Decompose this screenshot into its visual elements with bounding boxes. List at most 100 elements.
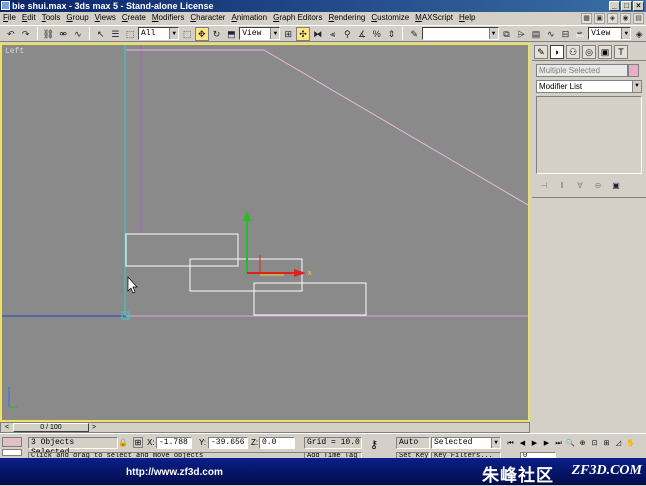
layer-manager-icon[interactable]: ▤ — [529, 27, 543, 41]
select-and-link-icon[interactable]: ⛓ — [42, 27, 56, 41]
select-and-rotate-icon[interactable]: ↻ — [210, 27, 224, 41]
select-and-scale-icon[interactable]: ⬒ — [224, 27, 238, 41]
mirror-icon[interactable]: ⧓ — [311, 27, 325, 41]
named-selection-dropdown[interactable]: ▼ — [422, 27, 499, 40]
dropdown-arrow-icon: ▼ — [621, 28, 631, 39]
minimize-button[interactable]: _ — [609, 1, 620, 11]
reference-coord-dropdown[interactable]: View ▼ — [239, 27, 281, 40]
object-name-field[interactable]: Multiple Selected — [536, 64, 639, 77]
select-object-icon[interactable]: ↖ — [94, 27, 108, 41]
selection-filter-dropdown[interactable]: All ▼ — [138, 27, 180, 40]
named-selection-icon[interactable]: ✎ — [407, 27, 421, 41]
menu-character[interactable]: Character — [190, 13, 225, 23]
render-scene-icon[interactable]: ◈ — [607, 12, 618, 24]
pin-stack-icon[interactable]: ⊣ — [538, 180, 550, 191]
zoom-extents-all-icon[interactable]: ⊞ — [601, 438, 612, 449]
snap-toggle-icon[interactable]: ⚲ — [340, 27, 354, 41]
menu-create[interactable]: Create — [122, 13, 146, 23]
align-selected-icon[interactable]: ⩥ — [514, 27, 528, 41]
x-coord-field[interactable]: -1.788 — [156, 437, 192, 449]
dropdown-arrow-icon: ▼ — [169, 28, 179, 39]
select-and-move-icon[interactable]: ✥ — [194, 26, 209, 41]
menu-animation[interactable]: Animation — [231, 13, 267, 23]
quick-render-teapot-icon[interactable]: ◈ — [632, 27, 646, 41]
select-by-name-icon[interactable]: ☰ — [109, 27, 123, 41]
time-slider-thumb[interactable]: 0 / 100 — [13, 423, 89, 432]
utilities-tab-icon[interactable]: T — [614, 45, 628, 59]
hierarchy-tab-icon[interactable]: ⚇ — [566, 45, 580, 59]
go-to-start-icon[interactable]: ⏮ — [505, 438, 516, 449]
window-crossing-icon[interactable]: ⬚ — [180, 27, 194, 41]
auto-key-button[interactable]: Auto Key — [396, 437, 430, 449]
menu-maxscript[interactable]: MAXScript — [415, 13, 453, 23]
menu-modifiers[interactable]: Modifiers — [152, 13, 184, 23]
footer-url[interactable]: http://www.zf3d.com — [126, 467, 223, 478]
align-icon[interactable]: ⫷ — [326, 27, 340, 41]
menu-rendering[interactable]: Rendering — [328, 13, 365, 23]
maxscript-mini-listener[interactable] — [2, 449, 22, 456]
display-tab-icon[interactable]: ▣ — [598, 45, 612, 59]
bind-space-warp-icon[interactable]: ∿ — [71, 27, 85, 41]
render-type-icon[interactable]: ▤ — [633, 12, 644, 24]
maximize-button[interactable]: □ — [621, 1, 632, 11]
menu-file[interactable]: File — [3, 13, 16, 23]
zoom-icon[interactable]: 🔍 — [565, 438, 576, 449]
menu-group[interactable]: Group — [66, 13, 88, 23]
curve-editor-icon[interactable]: ∿ — [544, 27, 558, 41]
time-slider[interactable]: < 0 / 100 > — [0, 422, 530, 433]
percent-snap-icon[interactable]: % — [370, 27, 384, 41]
dropdown-arrow-icon: ▼ — [488, 28, 498, 39]
teapot-render-icon[interactable]: ☕ — [573, 27, 587, 41]
object-color-swatch[interactable] — [628, 64, 639, 77]
schematic-view-icon[interactable]: ⊟ — [559, 27, 573, 41]
motion-tab-icon[interactable]: ◎ — [582, 45, 596, 59]
close-button[interactable]: × — [633, 1, 644, 11]
previous-frame-icon[interactable]: ◀ — [517, 438, 528, 449]
play-icon[interactable]: ▶ — [529, 438, 540, 449]
menu-help[interactable]: Help — [459, 13, 475, 23]
quick-render-icon[interactable]: ◉ — [620, 12, 631, 24]
modify-tab-icon[interactable]: ◗ — [550, 45, 564, 59]
selection-count: 3 Objects Selected — [28, 437, 118, 457]
region-select-icon[interactable]: ⬚ — [123, 27, 137, 41]
axis-constraint-icon[interactable]: ✣ — [296, 26, 310, 41]
configure-modifier-sets-icon[interactable]: ▣ — [610, 180, 622, 191]
spinner-snap-icon[interactable]: ⇕ — [385, 27, 399, 41]
menu-graph-editors[interactable]: Graph Editors — [273, 13, 322, 23]
menu-tools[interactable]: Tools — [42, 13, 61, 23]
angle-snap-icon[interactable]: ∡ — [355, 27, 369, 41]
absolute-mode-icon[interactable]: ⊞ — [133, 437, 143, 448]
go-to-end-icon[interactable]: ⏭ — [553, 438, 564, 449]
time-next-button[interactable]: > — [89, 423, 99, 432]
remove-modifier-icon[interactable]: ⊖ — [592, 180, 604, 191]
render-view-dropdown[interactable]: View ▼ — [588, 27, 632, 40]
zoom-extents-icon[interactable]: ⊡ — [589, 438, 600, 449]
pivot-center-icon[interactable]: ⊞ — [281, 27, 295, 41]
y-coord-field[interactable]: -39.656 — [208, 437, 248, 449]
make-unique-icon[interactable]: ∀ — [574, 180, 586, 191]
show-end-result-icon[interactable]: ‖ — [556, 180, 568, 191]
modifier-list-dropdown[interactable]: Modifier List ▼ — [536, 80, 642, 93]
time-prev-button[interactable]: < — [2, 423, 12, 432]
field-of-view-icon[interactable]: ◿ — [613, 438, 624, 449]
z-coord-field[interactable]: 0.0 — [259, 437, 295, 449]
modifier-stack[interactable] — [536, 96, 642, 174]
material-editor-icon[interactable]: ▦ — [581, 12, 592, 24]
menu-edit[interactable]: Edit — [22, 13, 36, 23]
menu-views[interactable]: Views — [95, 13, 116, 23]
redo-icon[interactable]: ↷ — [19, 27, 33, 41]
undo-icon[interactable]: ↶ — [4, 27, 18, 41]
create-tab-icon[interactable]: ✎ — [534, 45, 548, 59]
set-key-icon[interactable]: ⚷ — [370, 439, 378, 451]
render-setup-icon[interactable]: ▣ — [594, 12, 605, 24]
maxscript-listener-swatch[interactable] — [2, 437, 22, 447]
unlink-icon[interactable]: ⚮ — [56, 27, 70, 41]
left-viewport[interactable]: Left x — [0, 43, 530, 422]
mirror-selected-icon[interactable]: ⧉ — [500, 27, 514, 41]
pan-icon[interactable]: ✋ — [625, 438, 636, 449]
key-mode-dropdown[interactable]: Selected ▼ — [431, 437, 501, 449]
lock-selection-icon[interactable]: 🔒 — [118, 437, 128, 449]
menu-customize[interactable]: Customize — [371, 13, 409, 23]
zoom-all-icon[interactable]: ⊕ — [577, 438, 588, 449]
next-frame-icon[interactable]: ▶ — [541, 438, 552, 449]
